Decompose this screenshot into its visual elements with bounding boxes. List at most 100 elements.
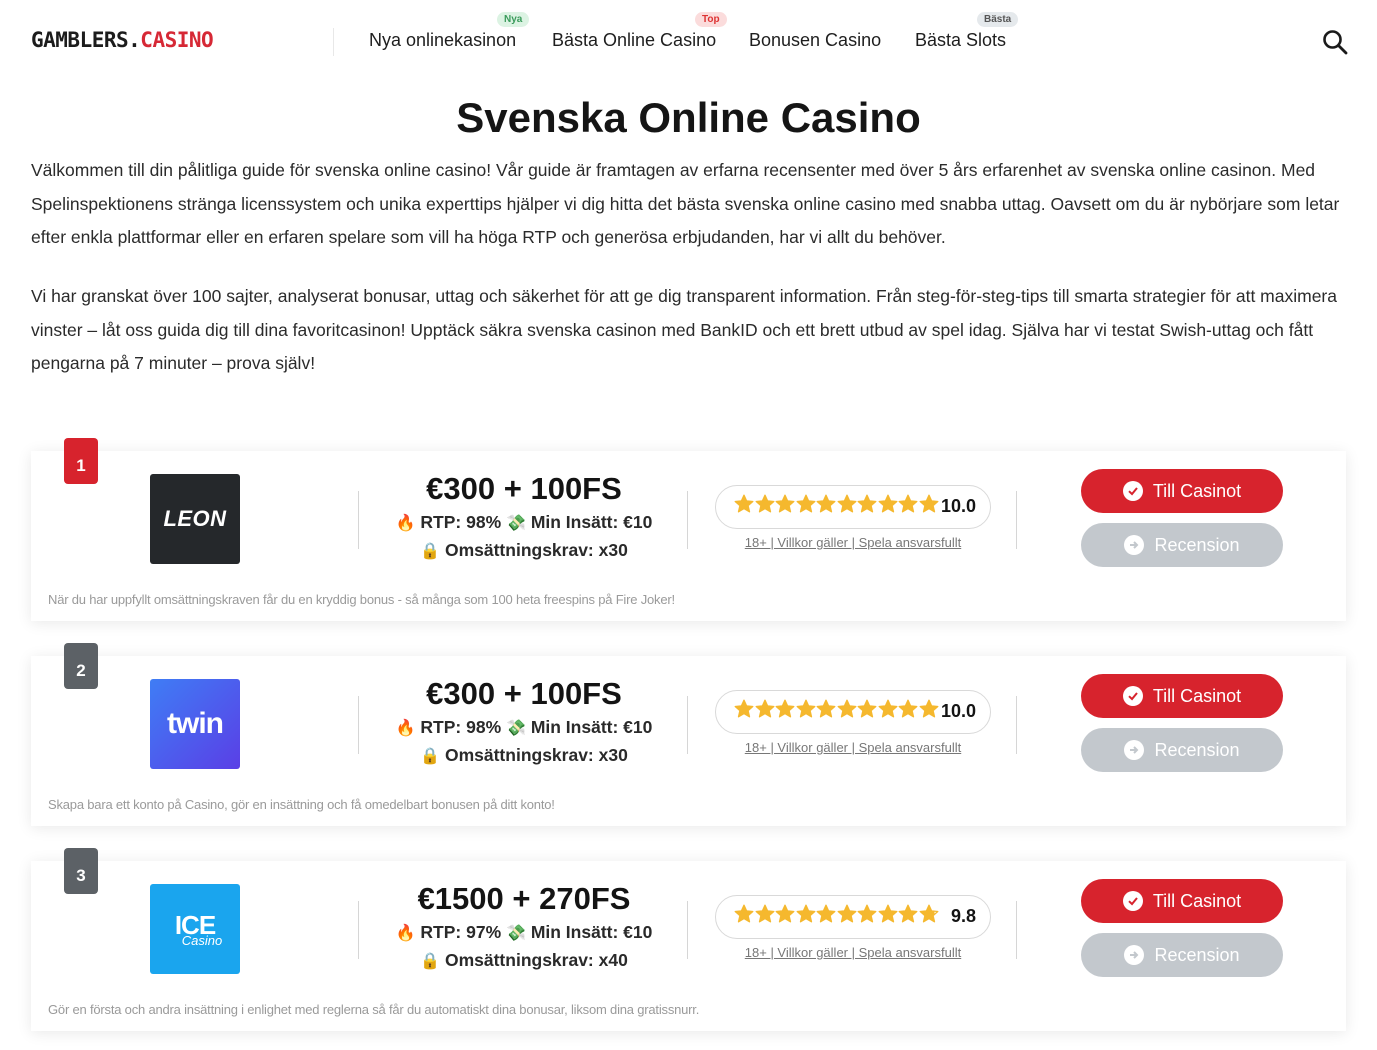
divider (687, 901, 688, 959)
fire-icon: 🔥 (395, 923, 416, 942)
star-icon (755, 494, 774, 513)
arrow-circle-icon (1124, 740, 1145, 760)
till-casinot-button[interactable]: Till Casinot (1081, 879, 1283, 923)
till-casinot-button[interactable]: Till Casinot (1081, 469, 1283, 513)
divider (1016, 491, 1017, 549)
rating-score: 10.0 (940, 496, 976, 516)
star-icon (734, 494, 754, 513)
casino-logo-ice[interactable]: ICE Casino (150, 884, 240, 974)
star-icon (734, 699, 754, 718)
rating-score: 10.0 (940, 701, 976, 721)
casino-description: Skapa bara ett konto på Casino, gör en i… (48, 797, 555, 812)
nav-badge-basta: Bästa (977, 12, 1019, 27)
bonus-amount: €300 + 100FS (426, 471, 622, 506)
star-icon (919, 699, 938, 718)
casino-card: 3 ICE Casino €1500 + 270FS 🔥 RTP: 97% 💸 … (31, 848, 1346, 1031)
logo-accent-text: CASINO (140, 28, 214, 52)
star-icon (837, 699, 856, 718)
rating-box: 10.0 (715, 690, 991, 734)
search-button[interactable] (1321, 28, 1349, 56)
star-icon (775, 904, 795, 923)
casino-description: När du har uppfyllt omsättningskraven få… (48, 592, 675, 607)
star-icon (857, 494, 877, 513)
rtp-text: RTP: 98% (420, 512, 502, 532)
star-icon (837, 904, 856, 923)
star-icon (816, 494, 836, 513)
star-icon (796, 699, 815, 718)
wagering-line: 🔒 Omsättningskrav: x30 (388, 540, 660, 561)
button-label: Till Casinot (1152, 685, 1242, 706)
star-icon (878, 699, 897, 718)
wagering-text: Omsättningskrav: x30 (444, 540, 628, 560)
star-icon (755, 904, 774, 923)
star-icon (775, 699, 795, 718)
min-deposit-text: Min Insätt: €10 (530, 922, 653, 942)
terms-link[interactable]: 18+ | Villkor gäller | Spela ansvarsfull… (715, 945, 991, 960)
recension-button[interactable]: Recension (1081, 933, 1283, 977)
casino-logo-twin[interactable]: twin (150, 679, 240, 769)
rank-badge: 1 (64, 438, 98, 484)
logo-text: LEON (163, 506, 227, 531)
nav-item-basta-slots[interactable]: Bästa Slots (915, 30, 1006, 51)
check-circle-icon (1122, 686, 1143, 706)
star-icon (898, 699, 918, 718)
rank-badge: 2 (64, 643, 98, 689)
wagering-line: 🔒 Omsättningskrav: x40 (388, 950, 660, 971)
wagering-text: Omsättningskrav: x30 (444, 745, 628, 765)
star-icon (816, 904, 836, 923)
star-icon (919, 494, 938, 513)
bonus-details: 🔥 RTP: 97% 💸 Min Insätt: €10 (388, 922, 660, 943)
button-label: Recension (1154, 739, 1240, 760)
check-circle-icon (1122, 891, 1143, 911)
intro-paragraph-1: Välkommen till din pålitliga guide för s… (31, 160, 1340, 247)
star-icon (837, 494, 856, 513)
rtp-text: RTP: 97% (420, 922, 502, 942)
button-label: Recension (1154, 944, 1240, 965)
min-deposit-text: Min Insätt: €10 (530, 717, 653, 737)
button-label: Recension (1154, 534, 1240, 555)
star-icon (775, 494, 795, 513)
casino-description: Gör en första och andra insättning i enl… (48, 1002, 700, 1017)
casino-logo-leon[interactable]: LEON (150, 474, 240, 564)
logo-subtext: Casino (181, 932, 223, 948)
wagering-line: 🔒 Omsättningskrav: x30 (388, 745, 660, 766)
rating-box: 10.0 (715, 485, 991, 529)
divider (358, 901, 359, 959)
nav-item-nya-onlinekasinon[interactable]: Nya onlinekasinon (369, 30, 516, 51)
nav-item-basta-online-casino[interactable]: Bästa Online Casino (552, 30, 716, 51)
star-icon (857, 699, 877, 718)
check-circle-icon (1122, 481, 1143, 501)
fire-icon: 🔥 (395, 513, 416, 532)
star-icon (857, 904, 877, 923)
wagering-text: Omsättningskrav: x40 (444, 950, 628, 970)
logo-main-text: GAMBLERS. (31, 28, 141, 52)
star-icon (734, 904, 754, 923)
casino-card: 1 LEON €300 + 100FS 🔥 RTP: 98% 💸 Min Ins… (31, 438, 1346, 621)
divider (1016, 901, 1017, 959)
casino-card: 2 twin €300 + 100FS 🔥 RTP: 98% 💸 Min Ins… (31, 643, 1346, 826)
star-icon (898, 494, 918, 513)
arrow-circle-icon (1124, 535, 1145, 555)
rating-box: 9.8 (715, 895, 991, 939)
star-icon (878, 904, 897, 923)
terms-link[interactable]: 18+ | Villkor gäller | Spela ansvarsfull… (715, 535, 991, 550)
bonus-details: 🔥 RTP: 98% 💸 Min Insätt: €10 (388, 717, 660, 738)
rank-badge: 3 (64, 848, 98, 894)
site-header: GAMBLERS.CASINO Nya Nya onlinekasinon To… (0, 0, 1377, 82)
site-logo[interactable]: GAMBLERS.CASINO (31, 28, 214, 52)
nav-badge-top: Top (695, 12, 727, 27)
bonus-details: 🔥 RTP: 98% 💸 Min Insätt: €10 (388, 512, 660, 533)
recension-button[interactable]: Recension (1081, 728, 1283, 772)
lock-icon: 🔒 (420, 746, 441, 765)
money-icon: 💸 (506, 718, 526, 737)
till-casinot-button[interactable]: Till Casinot (1081, 674, 1283, 718)
rating-score: 9.8 (950, 906, 976, 926)
divider (358, 491, 359, 549)
nav-badge-nya: Nya (497, 12, 530, 27)
recension-button[interactable]: Recension (1081, 523, 1283, 567)
nav-item-bonusen-casino[interactable]: Bonusen Casino (749, 30, 881, 51)
lock-icon: 🔒 (420, 541, 441, 560)
terms-link[interactable]: 18+ | Villkor gäller | Spela ansvarsfull… (715, 740, 991, 755)
button-label: Till Casinot (1152, 480, 1242, 501)
arrow-circle-icon (1124, 945, 1145, 965)
